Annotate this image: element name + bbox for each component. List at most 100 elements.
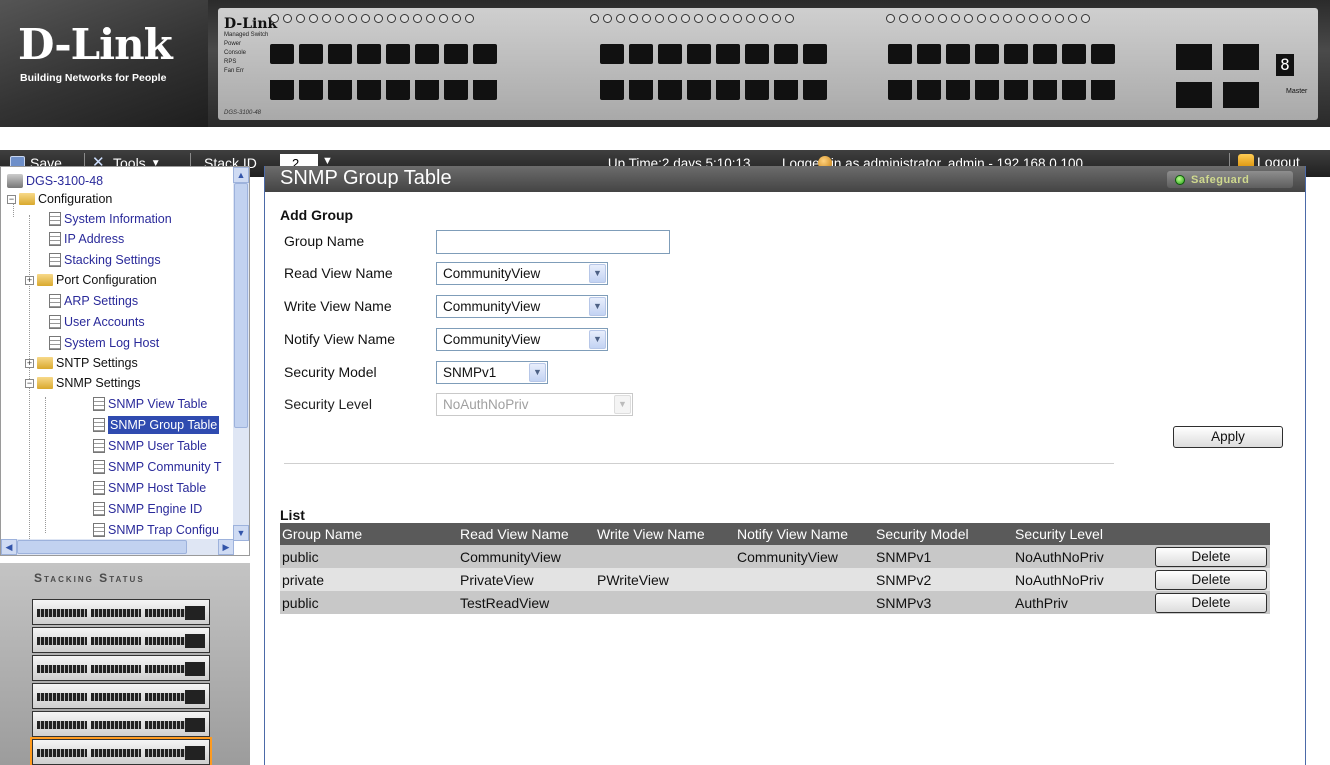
ports-row-3b [888,80,1115,100]
notify-view-select[interactable]: CommunityView ▼ [436,328,608,351]
logo-tagline: Building Networks for People [20,72,167,84]
cell-notify-view [735,591,874,614]
security-model-select[interactable]: SNMPv1 ▼ [436,361,548,384]
tree-item-arp-settings[interactable]: ARP Settings [49,292,138,310]
tree-vertical-scrollbar[interactable]: ▲ ▼ [233,167,249,541]
tree-node-label: SNTP Settings [56,356,138,370]
read-view-select[interactable]: CommunityView ▼ [436,262,608,285]
scroll-thumb[interactable] [234,183,248,428]
tree-node-snmp-settings[interactable]: − SNMP Settings [25,374,141,392]
ports-row-2a [600,44,827,64]
tree-horizontal-scrollbar[interactable]: ◀ ▶ [1,539,234,555]
chevron-down-icon[interactable]: ▼ [589,330,606,349]
port-strip [91,637,141,645]
tree-root[interactable]: DGS-3100-48 [7,172,103,190]
tree-node-sntp-settings[interactable]: + SNTP Settings [25,354,138,372]
table-header-row: Group Name Read View Name Write View Nam… [280,523,1270,545]
security-level-value: NoAuthNoPriv [443,397,529,412]
cell-security-level: NoAuthNoPriv [1013,568,1153,591]
tree-item-system-information[interactable]: System Information [49,210,172,228]
tree-item-snmp-view-table[interactable]: SNMP View Table [93,395,207,413]
write-view-label: Write View Name [284,298,392,314]
page-icon [93,439,105,453]
delete-button[interactable]: Delete [1155,592,1267,613]
chevron-down-icon[interactable]: ▼ [589,297,606,316]
tree-item-label: SNMP User Table [108,439,207,453]
page-icon [49,232,61,246]
stack-unit[interactable] [32,683,210,709]
tree-item-system-log-host[interactable]: System Log Host [49,334,159,352]
stacking-status-panel: Stacking Status [0,563,250,765]
tree-item-label: Stacking Settings [64,253,161,267]
add-group-heading: Add Group [280,207,354,223]
group-name-input[interactable] [436,230,670,254]
switch-model: DGS-3100-48 [224,110,262,116]
page-icon [93,418,105,432]
port-strip [91,665,141,673]
tree-item-snmp-community-table[interactable]: SNMP Community T [93,458,221,476]
security-level-select: NoAuthNoPriv ▼ [436,393,633,416]
tree-item-stacking-settings[interactable]: Stacking Settings [49,251,161,269]
tree-node-port-configuration[interactable]: + Port Configuration [25,271,157,289]
scroll-down-icon[interactable]: ▼ [233,525,249,541]
switch-front-panel: D-Link Managed Switch Power Console RPS … [218,8,1318,120]
cell-security-model: SNMPv1 [874,545,1013,568]
tree-item-snmp-engine-id[interactable]: SNMP Engine ID [93,500,202,518]
stack-unit[interactable] [32,711,210,737]
chevron-down-icon[interactable]: ▼ [589,264,606,283]
delete-button[interactable]: Delete [1155,546,1267,567]
scroll-right-icon[interactable]: ▶ [218,539,234,555]
scroll-thumb[interactable] [17,540,187,554]
tree-item-label: ARP Settings [64,294,139,308]
port-strip [91,693,141,701]
notify-view-value: CommunityView [443,332,541,347]
port-strip [91,749,141,757]
expand-icon[interactable]: + [25,358,34,368]
cell-read-view: TestReadView [458,591,595,614]
master-indicator: Master [1286,88,1308,95]
scroll-up-icon[interactable]: ▲ [233,167,249,183]
scroll-left-icon[interactable]: ◀ [1,539,17,555]
tree-item-label: SNMP Group Table [108,416,220,434]
page-icon [93,397,105,411]
tree-item-snmp-trap-configuration[interactable]: SNMP Trap Configu [93,521,219,539]
cell-write-view [595,545,735,568]
cell-write-view [595,591,735,614]
write-view-select[interactable]: CommunityView ▼ [436,295,608,318]
tree-item-user-accounts[interactable]: User Accounts [49,313,145,331]
expand-icon[interactable]: + [25,275,34,285]
cell-security-level: AuthPriv [1013,591,1153,614]
cell-write-view: PWriteView [595,568,735,591]
tree-item-snmp-user-table[interactable]: SNMP User Table [93,437,207,455]
cell-actions: Delete [1153,591,1270,614]
status-led-icon [1175,174,1185,185]
group-list-table: Group Name Read View Name Write View Nam… [280,523,1270,614]
switch-icon [7,174,23,188]
tree-item-label: System Log Host [64,336,160,350]
tree-item-snmp-host-table[interactable]: SNMP Host Table [93,479,206,497]
page-title: SNMP Group Table [280,167,452,189]
combo-ports [185,746,205,760]
stack-unit[interactable] [32,599,210,625]
tree-node-configuration[interactable]: − Configuration [7,190,112,208]
col-notify-view-name: Notify View Name [735,523,874,545]
chevron-down-icon: ▼ [614,395,631,414]
stack-unit[interactable] [32,627,210,653]
tree-item-ip-address[interactable]: IP Address [49,230,124,248]
tree-item-label: System Information [64,212,172,226]
combo-port-47 [1223,44,1259,70]
tree-node-label: SNMP Settings [56,376,141,390]
main-panel: SNMP Group Table Safeguard Add Group Gro… [264,166,1306,765]
cell-group-name: public [280,545,458,568]
chevron-down-icon[interactable]: ▼ [529,363,546,382]
apply-button[interactable]: Apply [1173,426,1283,448]
col-group-name: Group Name [280,523,458,545]
led-console: Console [224,50,247,56]
stack-unit[interactable] [30,737,212,765]
page-icon [49,212,61,226]
collapse-icon[interactable]: − [25,378,34,388]
delete-button[interactable]: Delete [1155,569,1267,590]
stack-unit[interactable] [32,655,210,681]
tree-item-snmp-group-table[interactable]: SNMP Group Table [93,416,220,434]
collapse-icon[interactable]: − [7,194,16,204]
